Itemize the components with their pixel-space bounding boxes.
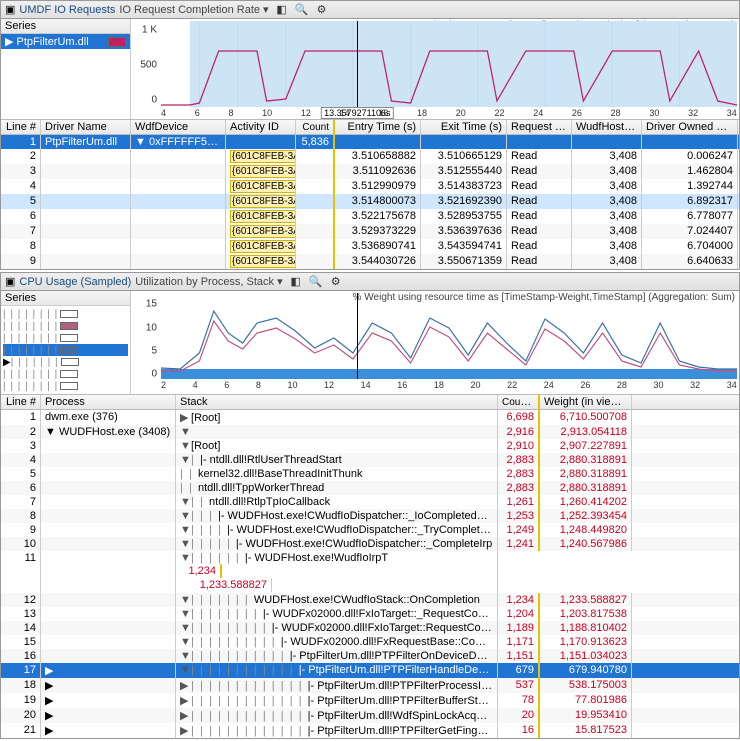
- col-hdr[interactable]: Weight (in view) (...: [540, 395, 632, 409]
- col-hdr[interactable]: Exit Time (s): [421, 120, 507, 134]
- table-row[interactable]: 9▼ | | | | |- WUDFHost.exe!CWudfIoDispat…: [1, 523, 739, 537]
- col-hdr[interactable]: Process: [41, 395, 176, 409]
- col-hdr[interactable]: Stack: [176, 395, 498, 409]
- panel1-subtitle[interactable]: IO Request Completion Rate ▾: [119, 3, 268, 16]
- table-row[interactable]: 15▼ | | | | | | | | | | |- WUDFx02000.dl…: [1, 635, 739, 649]
- legend-row[interactable]: | | | | | | | |: [3, 368, 128, 380]
- table-row[interactable]: 12▼ | | | | | | | WUDFHost.exe!CWudfIoSt…: [1, 593, 739, 607]
- chart-cpu[interactable]: % Weight using resource time as [TimeSta…: [131, 291, 739, 391]
- close-icon[interactable]: ▣: [5, 275, 15, 288]
- table-row[interactable]: 10▼ | | | | | |- WUDFHost.exe!CWudfIoDis…: [1, 537, 739, 551]
- chart1-svg: [161, 21, 737, 107]
- chart2-svg: [161, 293, 737, 379]
- col-hdr[interactable]: WudfHost PID: [572, 120, 642, 134]
- table-row[interactable]: 3▼ [Root]2,9102,907.227891: [1, 439, 739, 453]
- grid2-header[interactable]: Line # Process Stack Count Sum Weight (i…: [1, 394, 739, 410]
- table-row[interactable]: 7{601C8FEB-3A8E-0...3.5293732293.5363976…: [1, 224, 739, 239]
- table-row[interactable]: 4{601C8FEB-3A8E-0...3.5129909793.5143837…: [1, 179, 739, 194]
- chart-icon[interactable]: ◧: [289, 275, 303, 289]
- grid1-header[interactable]: Line # Driver Name WdfDevice Activity ID…: [1, 119, 739, 135]
- series-label: PtpFilterUm.dll: [17, 36, 89, 48]
- table-row[interactable]: 16▼ | | | | | | | | | | | |- PtpFilterUm…: [1, 649, 739, 663]
- grid1-body: 1PtpFilterUm.dll▼ 0xFFFFFF5BE2DFB...5,83…: [1, 135, 739, 269]
- table-row[interactable]: 21▶ ▶ | | | | | | | | | | | | | |- PtpFi…: [1, 723, 739, 738]
- col-hdr[interactable]: Request Type: [507, 120, 572, 134]
- table-row[interactable]: 8{601C8FEB-3A8E-0...3.5368907413.5435947…: [1, 239, 739, 254]
- table-row[interactable]: 5| | kernel32.dll!BaseThreadInitThunk2,8…: [1, 467, 739, 481]
- col-hdr[interactable]: Driver Name: [41, 120, 131, 134]
- legend-row[interactable]: | | | | | | | |: [3, 380, 128, 392]
- table-row[interactable]: 13▼ | | | | | | | | |- WUDFx02000.dll!Fx…: [1, 607, 739, 621]
- chart-io-rate[interactable]: Count per Second using resource time as …: [131, 19, 739, 119]
- series-pane-1: Series ▶ PtpFilterUm.dll: [1, 19, 131, 119]
- series-pane-2: Series | | | | | | | | | | | | | | | | |…: [1, 291, 131, 394]
- y-tick: 5: [151, 345, 157, 356]
- table-row[interactable]: 2{601C8FEB-3A8E-0...3.5106588823.5106651…: [1, 149, 739, 164]
- table-row[interactable]: 6{601C8FEB-3A8E-0...3.5221756783.5289537…: [1, 209, 739, 224]
- close-icon[interactable]: ▣: [5, 3, 15, 16]
- table-row[interactable]: 14▼ | | | | | | | | | |- WUDFx02000.dll!…: [1, 621, 739, 635]
- y-tick: 500: [140, 59, 157, 70]
- table-row[interactable]: 1PtpFilterUm.dll▼ 0xFFFFFF5BE2DFB...5,83…: [1, 135, 739, 149]
- series-header-1: Series: [1, 19, 130, 34]
- col-hdr[interactable]: Activity ID: [226, 120, 296, 134]
- search-icon[interactable]: 🔍: [309, 275, 323, 289]
- series-item-ptpfilter[interactable]: ▶ PtpFilterUm.dll: [1, 34, 130, 49]
- col-hdr[interactable]: Line #: [1, 395, 41, 409]
- table-row[interactable]: 20▶ ▶ | | | | | | | | | | | | | |- PtpFi…: [1, 708, 739, 723]
- y-tick: 10: [146, 322, 157, 333]
- col-hdr[interactable]: WdfDevice: [131, 120, 226, 134]
- panel2-subtitle[interactable]: Utilization by Process, Stack ▾: [135, 275, 282, 288]
- table-row[interactable]: 8▼ | | | |- WUDFHost.exe!CWudfIoDispatch…: [1, 509, 739, 523]
- table-row[interactable]: 19▶ ▶ | | | | | | | | | | | | | |- PtpFi…: [1, 693, 739, 708]
- table-row[interactable]: 17▶ ▼ | | | | | | | | | | | | |- PtpFilt…: [1, 663, 739, 678]
- grid2-body: 1dwm.exe (376)▶ [Root]6,6986,710.5007082…: [1, 410, 739, 738]
- panel2-header[interactable]: ▣ CPU Usage (Sampled) Utilization by Pro…: [1, 273, 739, 291]
- table-row[interactable]: 4▼ | |- ntdll.dll!RtlUserThreadStart2,88…: [1, 453, 739, 467]
- table-row[interactable]: 2▼ WUDFHost.exe (3408)▼ 2,9162,913.05411…: [1, 425, 739, 439]
- legend-row[interactable]: | | | | | | | |: [3, 308, 128, 320]
- x-axis-2: 246810121416182022242628303234: [161, 380, 737, 391]
- x-axis-1: 46810121416182022242628303234: [161, 108, 737, 119]
- panel-umdf-io: ▣ UMDF IO Requests IO Request Completion…: [0, 0, 740, 270]
- table-row[interactable]: 5{601C8FEB-3A8E-0...3.5148000733.5216923…: [1, 194, 739, 209]
- time-cursor[interactable]: [357, 293, 358, 379]
- table-row[interactable]: 7▼ | | ntdll.dll!RtlpTpIoCallback1,2611,…: [1, 495, 739, 509]
- col-hdr[interactable]: Line #: [1, 120, 41, 134]
- y-tick: 0: [151, 368, 157, 379]
- legend-row[interactable]: ▶ | | | | | | |: [3, 356, 128, 368]
- col-hdr[interactable]: Entry Time (s): [335, 120, 421, 134]
- panel1-title: UMDF IO Requests: [19, 4, 115, 16]
- y-tick: 1 K: [142, 24, 157, 35]
- series-swatch: [108, 37, 126, 47]
- table-row[interactable]: 9{601C8FEB-3A8E-0...3.5440307263.5506713…: [1, 254, 739, 269]
- table-row[interactable]: 11▼ | | | | | | |- WUDFHost.exe!WudfIoIr…: [1, 551, 739, 593]
- panel2-title: CPU Usage (Sampled): [19, 276, 131, 288]
- chart-icon[interactable]: ◧: [275, 3, 289, 17]
- col-hdr[interactable]: Count: [502, 396, 531, 408]
- search-icon[interactable]: 🔍: [295, 3, 309, 17]
- col-hdr[interactable]: Driver Owned Duration (ms): [642, 120, 738, 134]
- table-row[interactable]: 6| | ntdll.dll!TppWorkerThread2,8832,880…: [1, 481, 739, 495]
- time-cursor[interactable]: 13.3579271106s: [357, 21, 358, 107]
- series-header-2: Series: [1, 291, 130, 306]
- legend-row[interactable]: | | | | | | | |: [3, 332, 128, 344]
- table-row[interactable]: 3{601C8FEB-3A8E-0...3.5110926363.5125554…: [1, 164, 739, 179]
- panel1-header[interactable]: ▣ UMDF IO Requests IO Request Completion…: [1, 1, 739, 19]
- table-row[interactable]: 18▶ ▶ | | | | | | | | | | | | | |- PtpFi…: [1, 678, 739, 693]
- panel-cpu-usage: ▣ CPU Usage (Sampled) Utilization by Pro…: [0, 272, 740, 739]
- y-tick: 15: [146, 299, 157, 310]
- gear-icon[interactable]: ⚙: [329, 275, 343, 289]
- legend-row[interactable]: | | | | | | | |: [3, 320, 128, 332]
- table-row[interactable]: 1dwm.exe (376)▶ [Root]6,6986,710.500708: [1, 410, 739, 425]
- y-tick: 0: [151, 94, 157, 105]
- legend-row[interactable]: | | | | | | | |: [3, 344, 128, 356]
- col-hdr[interactable]: Count: [302, 122, 329, 133]
- gear-icon[interactable]: ⚙: [315, 3, 329, 17]
